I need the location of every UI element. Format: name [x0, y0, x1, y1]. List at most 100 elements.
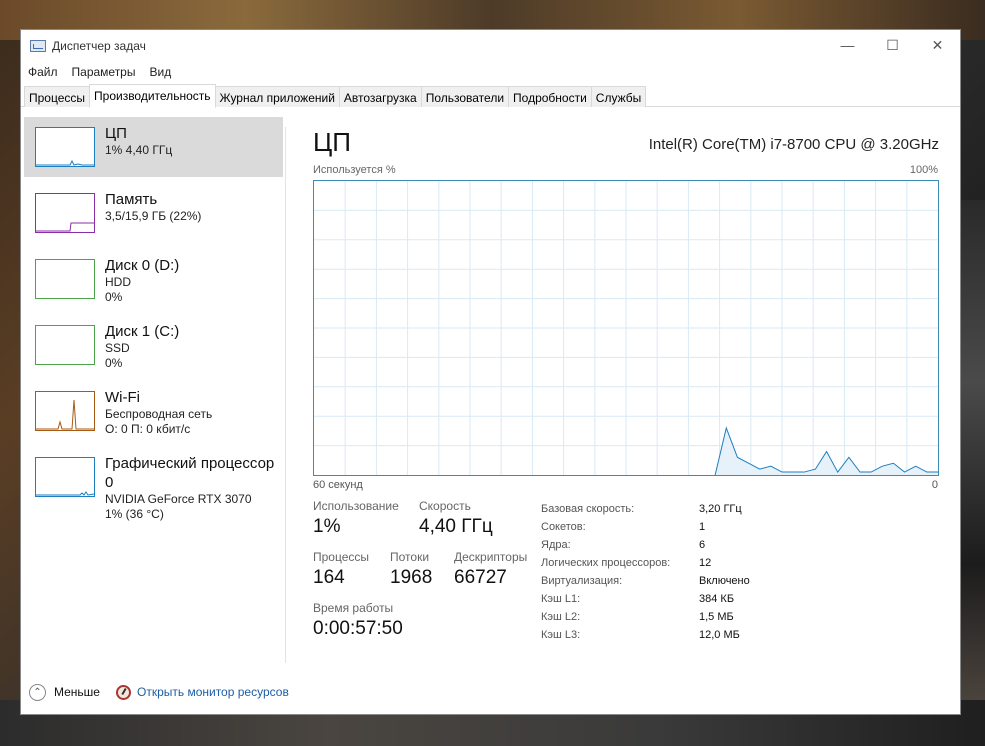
resource-detail: HDD — [105, 275, 131, 289]
tab-services[interactable]: Службы — [590, 86, 647, 107]
resource-detail: NVIDIA GeForce RTX 3070 — [105, 492, 252, 506]
resource-item-disk0[interactable]: Диск 0 (D:) HDD 0% — [24, 249, 283, 309]
stat-speed-label: Скорость — [419, 499, 471, 513]
spec-value: 12,0 МБ — [699, 629, 740, 641]
spec-value: 1,5 МБ — [699, 611, 734, 623]
menu-options[interactable]: Параметры — [72, 65, 136, 79]
spec-key: Логических процессоров: — [541, 557, 671, 569]
spec-key: Виртуализация: — [541, 575, 623, 587]
resource-monitor-label: Открыть монитор ресурсов — [136, 685, 289, 699]
stat-threads-label: Потоки — [390, 550, 430, 564]
stat-handles-label: Дескрипторы — [454, 550, 528, 564]
title-bar[interactable]: Диспетчер задач — ☐ ✕ — [21, 30, 960, 62]
wifi-thumbnail-sparkline — [36, 399, 94, 430]
resource-item-cpu[interactable]: ЦП 1% 4,40 ГГц — [24, 117, 283, 177]
spec-key: Ядра: — [541, 539, 571, 551]
resource-item-wifi[interactable]: Wi-Fi Беспроводная сеть О: 0 П: 0 кбит/с — [24, 381, 283, 441]
resource-name: Диск 0 (D:) — [105, 257, 180, 274]
spec-value: 1 — [699, 521, 706, 533]
stat-processes-value: 164 — [313, 567, 345, 588]
spec-value: 6 — [699, 539, 706, 551]
task-manager-icon — [30, 40, 46, 52]
task-manager-window: Диспетчер задач — ☐ ✕ Файл Параметры Вид… — [20, 29, 961, 715]
disk0-thumbnail-graph — [35, 259, 95, 299]
cpu-usage-graph — [313, 180, 939, 476]
stat-handles-value: 66727 — [454, 567, 507, 588]
stat-speed: Скорость 4,40 ГГц — [419, 499, 493, 538]
stat-uptime-label: Время работы — [313, 601, 394, 615]
tab-processes[interactable]: Процессы — [24, 86, 91, 107]
resource-usage: 0% — [105, 356, 123, 370]
resource-item-disk1[interactable]: Диск 1 (C:) SSD 0% — [24, 315, 283, 375]
fewer-details-button[interactable]: ⌃ Меньше — [29, 683, 100, 701]
spec-row: Базовая скорость: 3,20 ГГц — [541, 500, 750, 518]
resource-name: Память — [105, 191, 158, 208]
graph-y-max: 100% — [909, 164, 938, 176]
resource-usage: 1% (36 °C) — [105, 507, 164, 521]
stat-usage: Использование 1% — [313, 499, 399, 538]
minimize-button[interactable]: — — [825, 30, 870, 60]
spec-key: Базовая скорость: — [541, 503, 635, 515]
resource-item-gpu[interactable]: Графический процессор 0 NVIDIA GeForce R… — [24, 447, 283, 521]
spec-value: 3,20 ГГц — [699, 503, 742, 515]
spec-value: 384 КБ — [699, 593, 735, 605]
stat-usage-label: Использование — [313, 499, 399, 513]
stat-uptime-value: 0:00:57:50 — [313, 618, 403, 639]
stat-uptime: Время работы 0:00:57:50 — [313, 601, 403, 640]
maximize-button[interactable]: ☐ — [870, 30, 915, 60]
resource-monitor-icon — [115, 684, 131, 700]
spec-row: Логических процессоров: 12 — [541, 554, 750, 572]
cpu-model: Intel(R) Core(TM) i7-8700 CPU @ 3.20GHz — [648, 136, 939, 153]
fewer-details-label: Меньше — [54, 685, 100, 699]
gpu-thumbnail-sparkline — [36, 491, 94, 496]
graph-x-label: 60 секунд — [313, 479, 363, 491]
wifi-thumbnail-graph — [35, 391, 95, 431]
spec-value: Включено — [699, 575, 750, 587]
resource-detail: 1% 4,40 ГГц — [105, 143, 173, 157]
stat-processes-label: Процессы — [313, 550, 370, 564]
spec-value: 12 — [699, 557, 712, 569]
panel-divider — [285, 127, 286, 663]
spec-row: Ядра: 6 — [541, 536, 750, 554]
stat-speed-value: 4,40 ГГц — [419, 516, 493, 537]
tab-performance[interactable]: Производительность — [89, 84, 216, 108]
tab-app-history[interactable]: Журнал приложений — [214, 86, 340, 107]
resource-detail: 3,5/15,9 ГБ (22%) — [105, 209, 202, 223]
spec-key: Кэш L3: — [541, 629, 581, 641]
tab-users[interactable]: Пользователи — [420, 86, 510, 107]
spec-key: Кэш L1: — [541, 593, 581, 605]
window-controls: — ☐ ✕ — [825, 30, 960, 60]
tab-startup[interactable]: Автозагрузка — [338, 86, 422, 107]
window-title: Диспетчер задач — [52, 39, 146, 53]
menu-view[interactable]: Вид — [149, 65, 171, 79]
performance-panel: ЦП 1% 4,40 ГГц Память 3,5/15,9 ГБ (22%) … — [21, 107, 960, 663]
page-title: ЦП — [313, 127, 351, 157]
spec-row: Кэш L2: 1,5 МБ — [541, 608, 750, 626]
resource-usage: 0% — [105, 290, 123, 304]
spec-row: Виртуализация: Включено — [541, 572, 750, 590]
stat-processes: Процессы 164 — [313, 550, 369, 589]
open-resource-monitor-link[interactable]: Открыть монитор ресурсов — [115, 684, 289, 700]
cpu-usage-chart — [314, 181, 938, 476]
tab-details[interactable]: Подробности — [508, 86, 592, 107]
spec-row: Кэш L3: 12,0 МБ — [541, 626, 750, 644]
stat-usage-value: 1% — [313, 516, 341, 537]
cpu-thumbnail-sparkline — [36, 159, 94, 166]
graph-y-label: Используется % — [313, 164, 396, 176]
resource-list: ЦП 1% 4,40 ГГц Память 3,5/15,9 ГБ (22%) … — [24, 117, 283, 521]
graph-x-min: 0 — [931, 479, 938, 491]
chevron-up-icon: ⌃ — [29, 683, 46, 701]
resource-detail: SSD — [105, 341, 130, 355]
cpu-thumbnail-graph — [35, 127, 95, 167]
resource-detail: Беспроводная сеть — [105, 407, 213, 421]
menu-file[interactable]: Файл — [28, 65, 58, 79]
memory-thumbnail-sparkline — [36, 222, 94, 232]
resource-name: Wi-Fi — [105, 389, 140, 406]
resource-name: Графический процессор 0 — [105, 455, 275, 491]
resource-item-memory[interactable]: Память 3,5/15,9 ГБ (22%) — [24, 183, 283, 243]
cpu-specs: Базовая скорость: 3,20 ГГц Сокетов: 1 Ядра… — [541, 500, 750, 644]
stat-threads: Потоки 1968 — [390, 550, 432, 589]
spec-key: Кэш L2: — [541, 611, 581, 623]
close-button[interactable]: ✕ — [915, 30, 960, 60]
spec-row: Сокетов: 1 — [541, 518, 750, 536]
